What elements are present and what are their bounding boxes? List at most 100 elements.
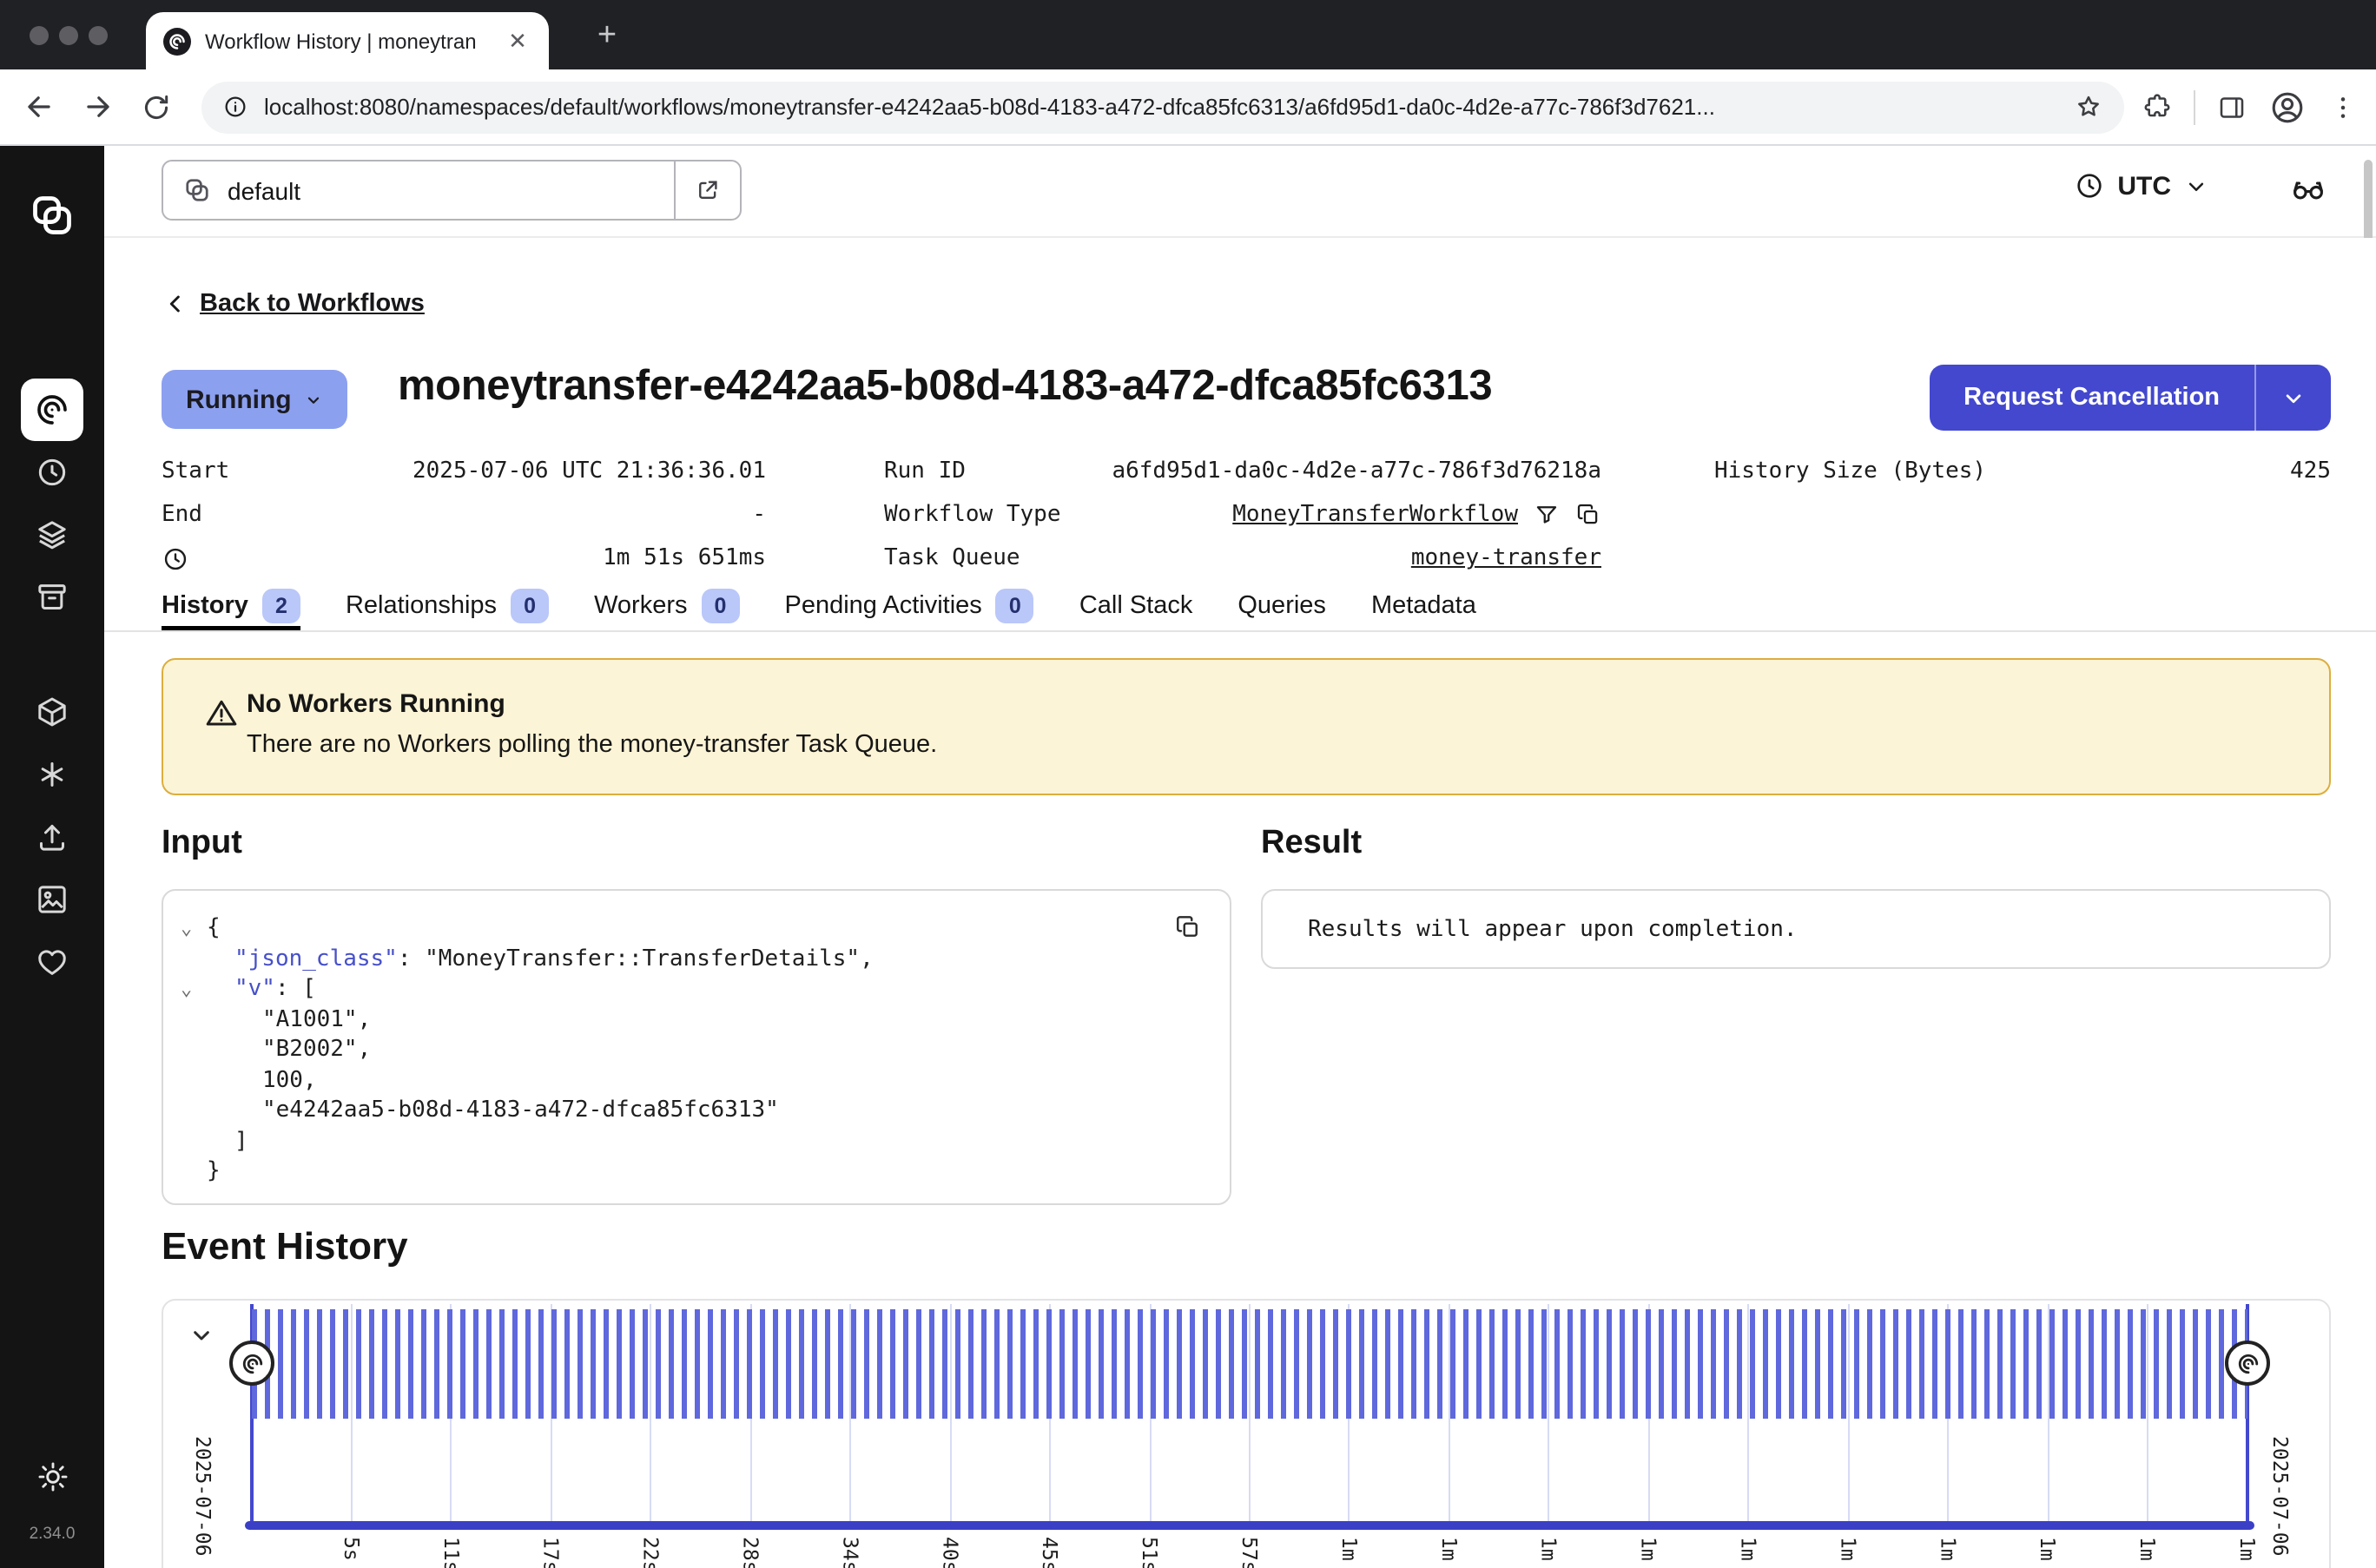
sidebar-item-layers[interactable] [21, 504, 83, 566]
tab-metadata[interactable]: Metadata [1371, 582, 1476, 630]
code-line: } [181, 1156, 1160, 1187]
timeline-tick-label: 1m [1637, 1537, 1661, 1561]
request-cancellation-split-button: Request Cancellation [1929, 365, 2331, 431]
tabs-divider [104, 630, 2376, 632]
cancellation-menu-button[interactable] [2254, 365, 2331, 431]
back-icon[interactable] [14, 82, 63, 131]
namespace-name: default [228, 176, 300, 204]
details-column-3: History Size (Bytes) 425 [1714, 450, 2331, 493]
timeline-tick-label: 45s [1038, 1537, 1062, 1568]
run-id-value: a6fd95d1-da0c-4d2e-a77c-786f3d76218a [1112, 458, 1601, 484]
code-line: "e4242aa5-b08d-4183-a472-dfca85fc6313" [181, 1096, 1160, 1126]
forward-icon[interactable] [73, 82, 122, 131]
timeline-end-event-icon[interactable] [2225, 1341, 2270, 1386]
timeline-tick-label: 57s [1238, 1537, 1262, 1568]
timeline-tick-label: 5s [340, 1537, 364, 1561]
event-history-timeline-card: 2025-07-06 UTC 21:36:36.01 2025-07-06 UT… [162, 1299, 2331, 1568]
tab-count-badge: 0 [702, 589, 740, 623]
tab-relationships[interactable]: Relationships0 [346, 582, 549, 630]
temporal-sidebar: 2.34.0 [0, 146, 104, 1568]
timeline-activity-stripes[interactable] [252, 1309, 2247, 1419]
sidebar-item-feedback[interactable] [21, 931, 83, 993]
sidebar-item-nexus[interactable] [21, 743, 83, 806]
workflow-type-label: Workflow Type [884, 502, 1061, 528]
new-tab-button[interactable]: + [585, 14, 629, 57]
tab-workers[interactable]: Workers0 [594, 582, 739, 630]
timeline-tick-label: 1m [2235, 1537, 2260, 1561]
extensions-puzzle-icon[interactable] [2142, 91, 2173, 122]
tab-count-badge: 0 [511, 589, 549, 623]
workflow-status-badge[interactable]: Running [162, 370, 347, 429]
tab-label: Pending Activities [785, 592, 982, 620]
window-close-button[interactable] [30, 25, 49, 44]
tab-pending-activities[interactable]: Pending Activities0 [785, 582, 1034, 630]
window-zoom-button[interactable] [89, 25, 108, 44]
tab-title: Workflow History | moneytran [205, 29, 490, 53]
timeline-chart: 2025-07-06 UTC 21:36:36.01 2025-07-06 UT… [163, 1301, 2333, 1568]
browser-menu-dots-icon[interactable] [2327, 91, 2359, 122]
theme-toggle-sun-icon[interactable] [36, 1460, 69, 1493]
tab-history[interactable]: History2 [162, 582, 300, 630]
address-bar[interactable]: localhost:8080/namespaces/default/workfl… [201, 81, 2124, 133]
tab-label: Queries [1238, 592, 1326, 620]
window-minimize-button[interactable] [59, 25, 78, 44]
copy-input-icon[interactable] [1174, 913, 1202, 941]
timeline-start-time-label: 2025-07-06 UTC 21:36:36.01 [191, 1436, 215, 1568]
no-workers-warning-banner: No Workers Running There are no Workers … [162, 658, 2331, 795]
task-queue-label: Task Queue [884, 545, 1020, 571]
result-heading: Result [1261, 825, 1362, 863]
detail-workflow-type: Workflow Type MoneyTransferWorkflow [884, 493, 1601, 537]
tab-close-icon[interactable]: ✕ [504, 27, 531, 55]
timeline-tick-label: 1m [2036, 1537, 2060, 1561]
tab-call-stack[interactable]: Call Stack [1079, 582, 1193, 630]
ui-version: 2.34.0 [30, 1525, 76, 1544]
timeline-tick-label: 40s [938, 1537, 962, 1568]
tab-queries[interactable]: Queries [1238, 582, 1326, 630]
profile-avatar-icon[interactable] [2268, 88, 2307, 126]
tab-label: Metadata [1371, 592, 1476, 620]
reload-icon[interactable] [132, 82, 181, 131]
event-history-heading: Event History [162, 1224, 408, 1269]
browser-tab[interactable]: Workflow History | moneytran ✕ [146, 12, 549, 69]
copy-icon[interactable] [1575, 502, 1601, 528]
sidebar-item-replay[interactable] [21, 868, 83, 931]
filter-funnel-icon[interactable] [1534, 502, 1560, 528]
request-cancellation-button[interactable]: Request Cancellation [1929, 365, 2254, 431]
back-to-workflows-link[interactable]: Back to Workflows [162, 290, 425, 318]
sidebar-item-workflows[interactable] [21, 379, 83, 441]
timezone-select[interactable]: UTC [2074, 170, 2209, 201]
temporal-logo-icon[interactable] [30, 193, 75, 238]
chevron-left-icon [162, 290, 189, 318]
history-size-label: History Size (Bytes) [1714, 458, 1986, 484]
timeline-start-event-icon[interactable] [229, 1341, 274, 1386]
timeline-tick-label: 28s [739, 1537, 763, 1568]
result-placeholder: Results will appear upon completion. [1308, 916, 1798, 942]
sidebar-item-import[interactable] [21, 806, 83, 868]
sidebar-item-deployments[interactable] [21, 681, 83, 743]
code-line: "B2002", [181, 1035, 1160, 1065]
chevron-down-icon [304, 390, 323, 409]
timeline-tick-label: 1m [2135, 1537, 2160, 1561]
namespace-open-button[interactable] [674, 161, 740, 219]
start-label: Start [162, 458, 229, 484]
collapse-toggle-icon[interactable]: ⌄ [181, 919, 207, 939]
bookmark-star-icon[interactable] [2074, 92, 2103, 122]
workflow-tabs: History2 Relationships0 Workers0 Pending Ac… [162, 582, 1476, 630]
temporal-favicon-icon [163, 27, 191, 55]
browser-panel-icon[interactable] [2216, 91, 2247, 122]
end-value: - [752, 502, 766, 528]
details-column-2: Run ID a6fd95d1-da0c-4d2e-a77c-786f3d762… [884, 450, 1601, 580]
namespace-icon [184, 177, 210, 203]
sidebar-item-archive[interactable] [21, 566, 83, 629]
sidebar-item-schedules[interactable] [21, 441, 83, 504]
labs-glasses-icon[interactable] [2289, 170, 2327, 208]
site-info-icon[interactable] [222, 94, 248, 120]
timeline-axis [245, 1521, 2254, 1530]
collapse-toggle-icon[interactable]: ⌄ [181, 980, 207, 999]
workflow-type-link[interactable]: MoneyTransferWorkflow [1232, 502, 1518, 528]
task-queue-link[interactable]: money-transfer [1411, 545, 1601, 571]
namespace-bar: default UTC [104, 146, 2376, 238]
namespace-select[interactable]: default [163, 161, 674, 219]
timeline-tick-label: 1m [1337, 1537, 1362, 1561]
input-json-code: ⌄{"json_class": "MoneyTransfer::Transfer… [181, 913, 1160, 1187]
